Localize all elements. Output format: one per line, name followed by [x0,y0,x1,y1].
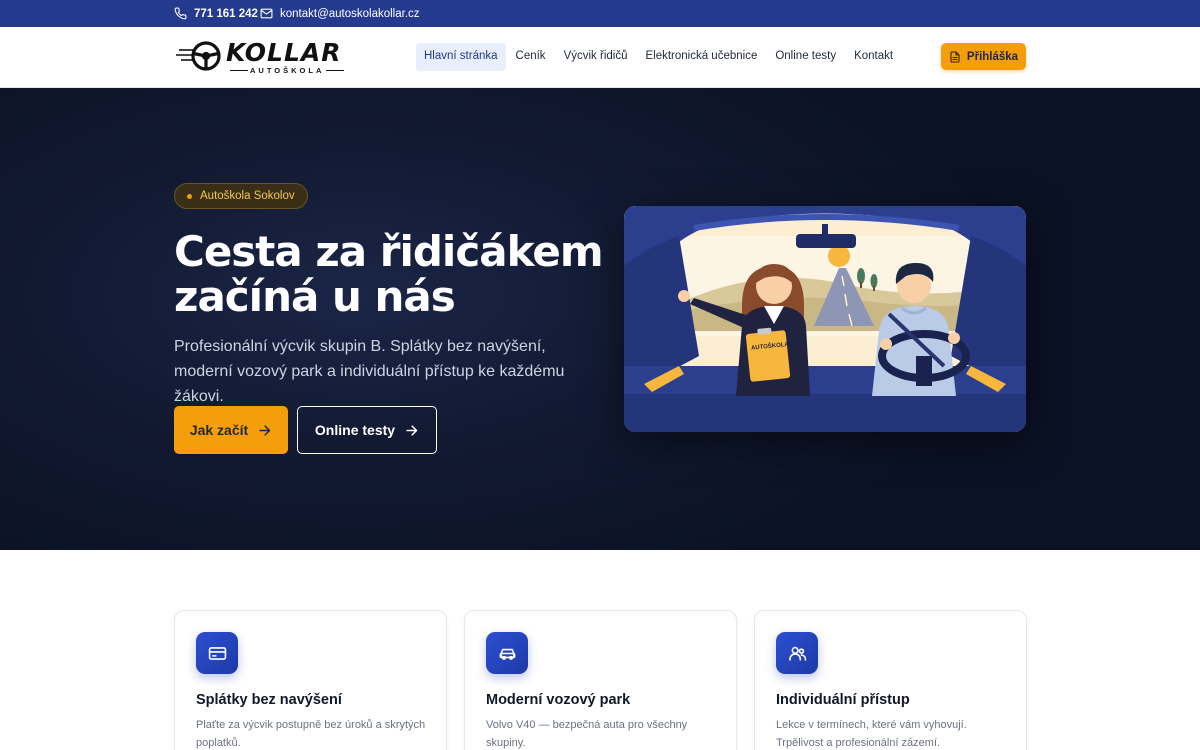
feature-title: Individuální přístup [776,692,910,708]
badge-label: Autoškola Sokolov [200,190,295,202]
email-link[interactable]: kontakt@autoskolakollar.cz [260,0,420,27]
nav-item-pricing[interactable]: Ceník [508,43,554,71]
logo-divider [230,70,248,71]
online-tests-button[interactable]: Online testy [297,406,437,454]
phone-link[interactable]: 771 161 242 [174,0,258,27]
hero-title: Cesta za řidičákem začíná u nás [174,229,614,319]
users-icon [788,646,806,661]
feature-title: Moderní vozový park [486,692,631,708]
arrow-right-icon [259,424,271,436]
online-tests-label: Online testy [314,422,396,438]
main-nav: Hlavní stránka Ceník Výcvik řidičů Elekt… [416,43,901,71]
mail-icon [260,8,273,19]
nav-item-training[interactable]: Výcvik řidičů [556,43,636,71]
nav-item-contact[interactable]: Kontakt [846,43,901,71]
feature-title: Splátky bez navýšení [196,692,342,708]
feature-description: Plaťte za výcvik postupně bez úroků a sk… [196,719,426,749]
hero-illustration: AUTOŠKOLA [624,206,1026,432]
logo-brand: KOLLAR [226,38,342,67]
feature-icon-box [776,632,818,674]
feature-card-installments: Splátky bez navýšení Plaťte za výcvik po… [174,610,447,750]
phone-icon [174,7,187,20]
feature-description: Lekce v termínech, které vám vyhovují. T… [776,719,967,749]
feature-icon-box [196,632,238,674]
feature-description: Volvo V40 — bezpečná auta pro všechny sk… [486,719,688,749]
credit-card-icon [208,646,226,660]
hero-description: Profesionální výcvik skupin B. Splátky b… [174,338,565,405]
nav-item-online-tests[interactable]: Online testy [767,43,844,71]
location-badge: Autoškola Sokolov [174,183,308,209]
feature-card-individual: Individuální přístup Lekce v termínech, … [754,610,1027,750]
top-contact-bar: 771 161 242 kontakt@autoskolakollar.cz [0,0,1200,27]
phone-number: 771 161 242 [194,7,258,20]
steering-wheel-icon [191,41,221,71]
hero-section: Autoškola Sokolov Cesta za řidičákem zač… [0,88,1200,550]
logo-subtitle: AUTOŠKOLA [250,66,325,75]
hero-title-line-1: Cesta za řidičákem [174,227,604,276]
arrow-right-icon [406,424,418,436]
logo-divider [326,70,344,71]
feature-icon-box [486,632,528,674]
hero-title-line-2: začíná u nás [174,272,456,321]
features-section: Splátky bez navýšení Plaťte za výcvik po… [174,610,1027,750]
car-icon [499,648,515,660]
application-button[interactable]: Přihláška [941,43,1026,70]
get-started-label: Jak začít [189,422,249,438]
site-header: KOLLAR AUTOŠKOLA Hlavní stránka Ceník Vý… [0,27,1200,88]
nav-item-home[interactable]: Hlavní stránka [416,43,506,71]
document-icon [950,50,960,63]
badge-dot [187,193,192,199]
logo[interactable]: KOLLAR AUTOŠKOLA [176,38,348,76]
application-button-label: Přihláška [966,50,1019,63]
get-started-button[interactable]: Jak začít [174,406,288,454]
feature-card-fleet: Moderní vozový park Volvo V40 — bezpečná… [464,610,737,750]
nav-item-e-textbook[interactable]: Elektronická učebnice [637,43,765,71]
driving-lesson-illustration: AUTOŠKOLA [624,206,1026,432]
email-address: kontakt@autoskolakollar.cz [280,7,420,20]
